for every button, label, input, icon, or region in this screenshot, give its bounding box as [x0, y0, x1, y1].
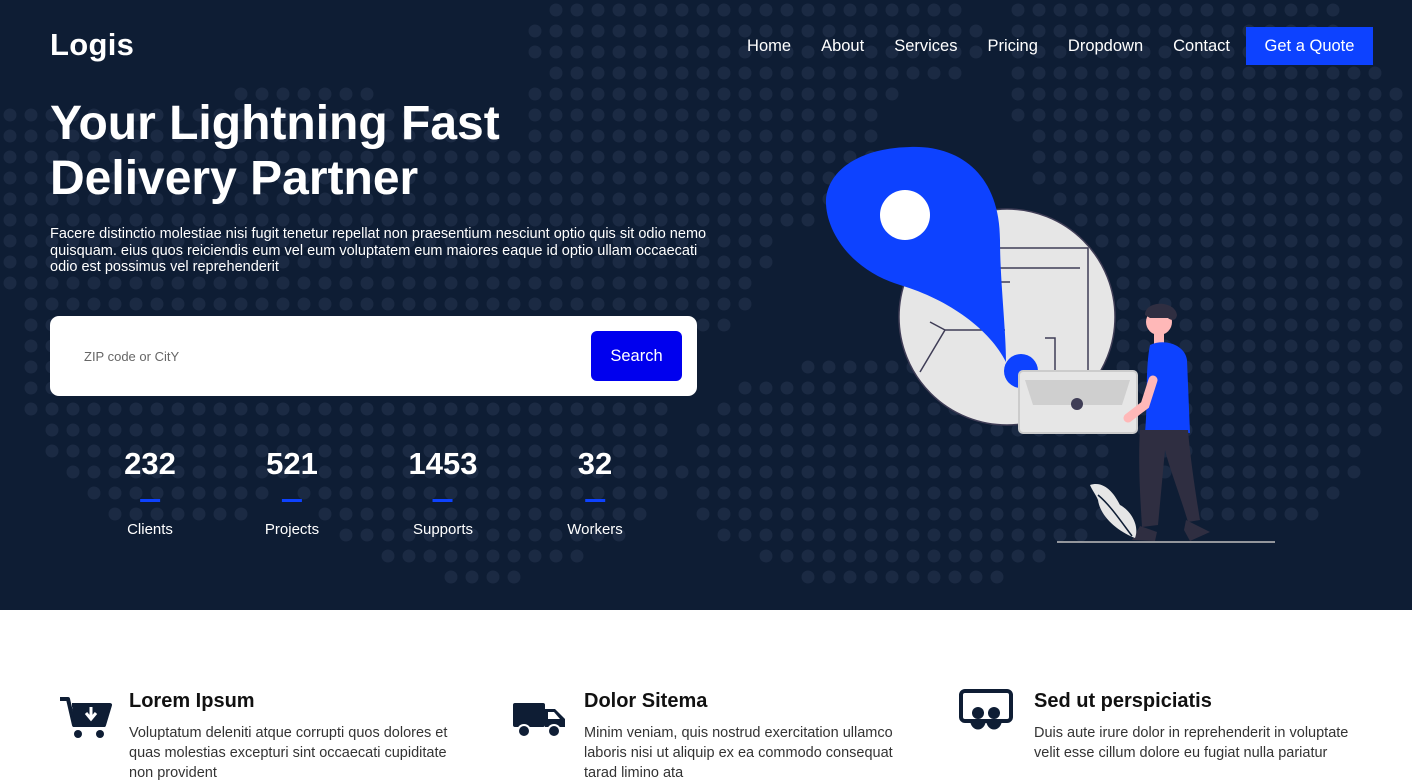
person-legs — [1139, 430, 1200, 527]
feature-title: Sed ut perspiciatis — [1034, 690, 1212, 712]
delivery-illustration — [825, 146, 1275, 543]
feature-title: Lorem Ipsum — [129, 690, 255, 712]
feature-text: Voluptatum deleniti atque corrupti quos … — [129, 725, 448, 781]
truck-icon — [513, 703, 565, 738]
hero-section: Logis Home About Services Pricing Dropdo… — [0, 0, 1412, 610]
feature-text: Duis aute irure dolor in reprehenderit i… — [1034, 725, 1349, 761]
feature-text: Minim veniam, quis nostrud exercitation … — [584, 725, 893, 781]
feature-title: Dolor Sitema — [584, 690, 708, 712]
cart-download-icon — [60, 697, 112, 738]
people-icon — [959, 689, 1013, 730]
pin-hole — [880, 190, 930, 240]
